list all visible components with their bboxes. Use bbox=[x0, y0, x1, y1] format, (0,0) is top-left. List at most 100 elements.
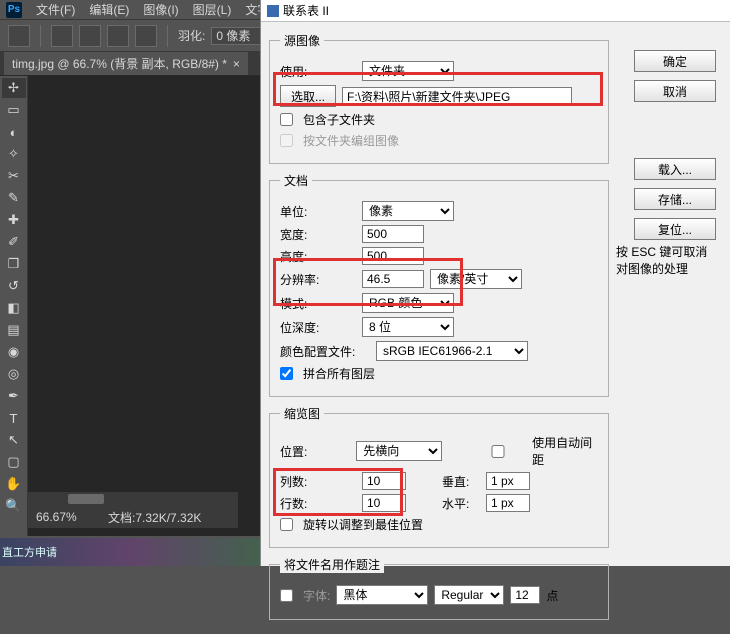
hscroll-thumb[interactable] bbox=[68, 494, 104, 504]
feather-label: 羽化: bbox=[178, 27, 205, 44]
font-size-input[interactable] bbox=[510, 586, 540, 604]
heal-tool-icon[interactable]: ✚ bbox=[2, 210, 26, 230]
use-select[interactable]: 文件夹 bbox=[362, 61, 454, 81]
shape-tool-icon[interactable]: ▢ bbox=[2, 452, 26, 472]
profile-label: 颜色配置文件: bbox=[280, 343, 370, 360]
group-thumbnail: 缩览图 位置: 先横向 使用自动间距 列数: 垂直: 行数: bbox=[269, 405, 609, 548]
path-tool-icon[interactable]: ↖ bbox=[2, 430, 26, 450]
tools-panel: ✢ ▭ ◐ ✧ ✂ ✎ ✚ ✐ ❐ ↺ ◧ ▤ ◉ ◎ ✒ T ↖ ▢ ✋ 🔍 bbox=[0, 76, 28, 536]
gradient-tool-icon[interactable]: ▤ bbox=[2, 320, 26, 340]
use-label: 使用: bbox=[280, 63, 356, 80]
hand-tool-icon[interactable]: ✋ bbox=[2, 474, 26, 494]
bit-select[interactable]: 8 位 bbox=[362, 317, 454, 337]
auto-space-checkbox[interactable] bbox=[478, 445, 518, 458]
rows-label: 行数: bbox=[280, 495, 356, 512]
vert-label: 垂直: bbox=[442, 473, 476, 490]
place-select[interactable]: 先横向 bbox=[356, 441, 442, 461]
cancel-button[interactable]: 取消 bbox=[634, 80, 716, 102]
dialog-titlebar[interactable]: 联系表 II bbox=[261, 0, 730, 22]
width-label: 宽度: bbox=[280, 226, 356, 243]
reset-button[interactable]: 复位... bbox=[634, 218, 716, 240]
profile-select[interactable]: sRGB IEC61966-2.1 bbox=[376, 341, 528, 361]
mode-int-icon[interactable] bbox=[135, 25, 157, 47]
type-tool-icon[interactable]: T bbox=[2, 408, 26, 428]
horz-label: 水平: bbox=[442, 495, 476, 512]
res-input[interactable] bbox=[362, 270, 424, 288]
load-button[interactable]: 载入... bbox=[634, 158, 716, 180]
document-tab[interactable]: timg.jpg @ 66.7% (背景 副本, RGB/8#) * × bbox=[4, 52, 248, 75]
menu-file[interactable]: 文件(F) bbox=[36, 1, 75, 18]
mode-sub-icon[interactable] bbox=[107, 25, 129, 47]
font-style-select[interactable]: Regular bbox=[434, 585, 504, 605]
dialog-title: 联系表 II bbox=[283, 2, 329, 19]
cols-label: 列数: bbox=[280, 473, 356, 490]
include-subfolders-checkbox[interactable] bbox=[280, 113, 293, 126]
menu-layer[interactable]: 图层(L) bbox=[193, 1, 232, 18]
vert-input[interactable] bbox=[486, 472, 530, 490]
group-by-folder-label: 按文件夹编组图像 bbox=[303, 132, 399, 149]
horz-input[interactable] bbox=[486, 494, 530, 512]
res-label: 分辨率: bbox=[280, 271, 356, 288]
group-source-legend: 源图像 bbox=[280, 32, 324, 49]
dodge-tool-icon[interactable]: ◎ bbox=[2, 364, 26, 384]
flatten-checkbox[interactable] bbox=[280, 367, 293, 380]
group-caption-legend: 将文件名用作题注 bbox=[280, 556, 384, 573]
esc-note: 按 ESC 键可取消对图像的处理 bbox=[616, 244, 716, 278]
move-tool-icon[interactable]: ✢ bbox=[2, 78, 26, 98]
blur-tool-icon[interactable]: ◉ bbox=[2, 342, 26, 362]
status-bar: 66.67% 文档:7.32K/7.32K bbox=[28, 506, 238, 528]
path-input[interactable] bbox=[342, 87, 572, 105]
brush-tool-icon[interactable]: ✐ bbox=[2, 232, 26, 252]
height-input[interactable] bbox=[362, 247, 424, 265]
rows-input[interactable] bbox=[362, 494, 406, 512]
font-select[interactable]: 黑体 bbox=[336, 585, 428, 605]
history-tool-icon[interactable]: ↺ bbox=[2, 276, 26, 296]
pen-tool-icon[interactable]: ✒ bbox=[2, 386, 26, 406]
height-label: 高度: bbox=[280, 248, 356, 265]
eraser-tool-icon[interactable]: ◧ bbox=[2, 298, 26, 318]
res-unit-select[interactable]: 像素/英寸 bbox=[430, 269, 522, 289]
mode-label: 模式: bbox=[280, 295, 356, 312]
contact-sheet-dialog: 联系表 II 源图像 使用: 文件夹 选取... 包含子文件夹 按文件夹编组图像 bbox=[260, 0, 730, 566]
group-document: 文档 单位: 像素 宽度: 高度: 分辨率: 像素/英寸 模式: RGB 颜色 … bbox=[269, 172, 609, 397]
divider bbox=[40, 25, 41, 47]
width-input[interactable] bbox=[362, 225, 424, 243]
group-by-folder-checkbox[interactable] bbox=[280, 134, 293, 147]
group-document-legend: 文档 bbox=[280, 172, 312, 189]
auto-space-label: 使用自动间距 bbox=[532, 434, 598, 468]
menu-edit[interactable]: 编辑(E) bbox=[89, 1, 129, 18]
crop-tool-icon[interactable]: ✂ bbox=[2, 166, 26, 186]
hscroll[interactable] bbox=[28, 492, 238, 506]
marquee-tool-icon[interactable]: ▭ bbox=[2, 100, 26, 120]
mode-select[interactable]: RGB 颜色 bbox=[362, 293, 454, 313]
save-button[interactable]: 存储... bbox=[634, 188, 716, 210]
close-icon[interactable]: × bbox=[233, 57, 240, 71]
cols-input[interactable] bbox=[362, 472, 406, 490]
ok-button[interactable]: 确定 bbox=[634, 50, 716, 72]
zoom-readout[interactable]: 66.67% bbox=[36, 510, 96, 524]
flatten-label: 拼合所有图层 bbox=[303, 365, 375, 382]
eyedrop-tool-icon[interactable]: ✎ bbox=[2, 188, 26, 208]
marquee-tool-icon[interactable] bbox=[8, 25, 30, 47]
stamp-tool-icon[interactable]: ❐ bbox=[2, 254, 26, 274]
zoom-tool-icon[interactable]: 🔍 bbox=[2, 496, 26, 516]
wand-tool-icon[interactable]: ✧ bbox=[2, 144, 26, 164]
unit-label: 单位: bbox=[280, 203, 356, 220]
mode-add-icon[interactable] bbox=[79, 25, 101, 47]
feather-input[interactable] bbox=[211, 27, 267, 45]
font-label: 字体: bbox=[303, 587, 330, 604]
dialog-body: 源图像 使用: 文件夹 选取... 包含子文件夹 按文件夹编组图像 文档 单位:… bbox=[261, 22, 730, 634]
browse-button[interactable]: 选取... bbox=[280, 85, 336, 107]
rotate-checkbox[interactable] bbox=[280, 518, 293, 531]
lasso-tool-icon[interactable]: ◐ bbox=[2, 122, 26, 142]
group-source: 源图像 使用: 文件夹 选取... 包含子文件夹 按文件夹编组图像 bbox=[269, 32, 609, 164]
doc-size-readout: 文档:7.32K/7.32K bbox=[108, 509, 201, 526]
menu-image[interactable]: 图像(I) bbox=[143, 1, 178, 18]
mode-new-icon[interactable] bbox=[51, 25, 73, 47]
caption-font-checkbox[interactable] bbox=[280, 589, 293, 602]
bit-label: 位深度: bbox=[280, 319, 356, 336]
canvas-area[interactable] bbox=[28, 76, 260, 536]
place-label: 位置: bbox=[280, 443, 350, 460]
document-tab-title: timg.jpg @ 66.7% (背景 副本, RGB/8#) * bbox=[12, 55, 227, 72]
unit-select[interactable]: 像素 bbox=[362, 201, 454, 221]
